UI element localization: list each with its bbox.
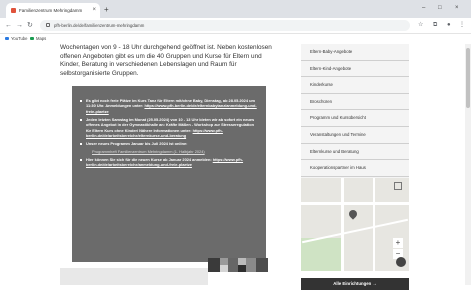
sidebar-item-veranstaltungen[interactable]: Veranstaltungen und Termine — [301, 126, 409, 144]
reload-icon[interactable]: ↻ — [27, 20, 33, 31]
sidebar-item-broschueren[interactable]: Broschüren — [301, 93, 409, 111]
bookmark-label: YouTube — [11, 36, 28, 41]
program-link-item: Programmheft Familienzentrum Mehringdamm… — [80, 149, 260, 154]
fullscreen-icon[interactable] — [394, 182, 402, 190]
zoom-in-button[interactable]: + — [393, 238, 403, 248]
minimize-icon[interactable]: – — [422, 2, 425, 14]
sidebar-item-programm[interactable]: Programm und Kursübersicht — [301, 110, 409, 127]
bookmark-star-icon[interactable]: ☆ — [418, 20, 423, 31]
all-facilities-button[interactable]: Alle Einrichtungen → — [301, 278, 409, 290]
bookmark-label: Maps — [36, 36, 47, 41]
footer-strip — [60, 268, 208, 285]
info-item: Hier können Sie sich für die neuen Kurse… — [80, 157, 260, 168]
site-info-icon[interactable] — [46, 23, 50, 27]
page-scrollbar[interactable] — [465, 44, 471, 285]
sidebar-item-eltern-baby[interactable]: Eltern-Baby-Angebote — [301, 44, 409, 61]
bookmark-maps[interactable]: Maps — [30, 34, 46, 44]
url-text: pfh-berlin.de/de/familienzentrum-mehring… — [54, 23, 145, 28]
program-link[interactable]: Programmheft Familienzentrum Mehringdamm… — [92, 149, 205, 154]
extensions-icon[interactable]: ⧉ — [433, 20, 437, 31]
page-content: Wochentagen von 9 - 18 Uhr durchgehend g… — [0, 44, 471, 290]
tab-bar: Familienzentrum Mehringdamm × + – □ × — [0, 0, 471, 18]
info-item: Jeden letzten Samstag im Monat (25.05.20… — [80, 117, 260, 139]
info-text: Jeden letzten Samstag im Monat (25.05.20… — [86, 116, 255, 133]
street-view-icon[interactable] — [396, 257, 406, 267]
map-road — [301, 202, 409, 205]
sidebar-nav: Eltern-Baby-Angebote Eltern-Kind-Angebot… — [301, 44, 409, 194]
browser-toolbar: ← → ↻ pfh-berlin.de/de/familienzentrum-m… — [0, 18, 471, 34]
info-text: Unser neues Programm Januar bis Juli 202… — [86, 141, 188, 147]
menu-dots-icon[interactable]: ⋮ — [459, 20, 465, 31]
maximize-icon[interactable]: □ — [438, 2, 442, 14]
close-window-icon[interactable]: × — [455, 2, 459, 14]
tab-title: Familienzentrum Mehringdamm — [19, 8, 83, 13]
address-bar[interactable]: pfh-berlin.de/de/familienzentrum-mehring… — [40, 20, 410, 31]
site-favicon-icon — [11, 8, 16, 13]
map-road — [341, 178, 344, 271]
map-park — [301, 238, 341, 271]
map-road — [373, 178, 375, 271]
bookmarks-bar: YouTube Maps — [0, 34, 471, 44]
info-item: Es gibt noch freie Plätze im Kurs Tanz f… — [80, 98, 260, 114]
info-text: Hier können Sie sich für die neuen Kurse… — [86, 157, 212, 163]
profile-icon[interactable]: ● — [447, 20, 451, 31]
location-map[interactable]: + − — [301, 178, 409, 271]
map-pin-icon[interactable] — [347, 208, 359, 220]
bookmark-youtube[interactable]: YouTube — [5, 34, 27, 44]
info-item: Unser neues Programm Januar bis Juli 202… — [80, 141, 260, 146]
back-arrow-icon[interactable]: ← — [5, 20, 12, 31]
browser-tab[interactable]: Familienzentrum Mehringdamm × — [6, 3, 100, 18]
forward-arrow-icon[interactable]: → — [16, 20, 23, 31]
intro-paragraph: Wochentagen von 9 - 18 Uhr durchgehend g… — [60, 44, 272, 78]
info-box: Es gibt noch freie Plätze im Kurs Tanz f… — [72, 86, 266, 262]
sidebar-item-elternkurse[interactable]: Elternkurse und Beratung — [301, 143, 409, 161]
decorative-mosaic — [208, 258, 268, 272]
maps-icon — [30, 37, 34, 41]
sidebar-item-eltern-kind[interactable]: Eltern-Kind-Angebote — [301, 60, 409, 78]
sidebar-item-kinderkurse[interactable]: Kinderkurse — [301, 77, 409, 94]
youtube-icon — [5, 37, 9, 41]
info-list: Es gibt noch freie Plätze im Kurs Tanz f… — [80, 98, 260, 170]
new-tab-button[interactable]: + — [104, 3, 109, 16]
tab-close-icon[interactable]: × — [92, 3, 96, 18]
sidebar-item-kooperation[interactable]: Kooperationspartner im Haus — [301, 160, 409, 177]
scrollbar-thumb[interactable] — [466, 48, 470, 108]
